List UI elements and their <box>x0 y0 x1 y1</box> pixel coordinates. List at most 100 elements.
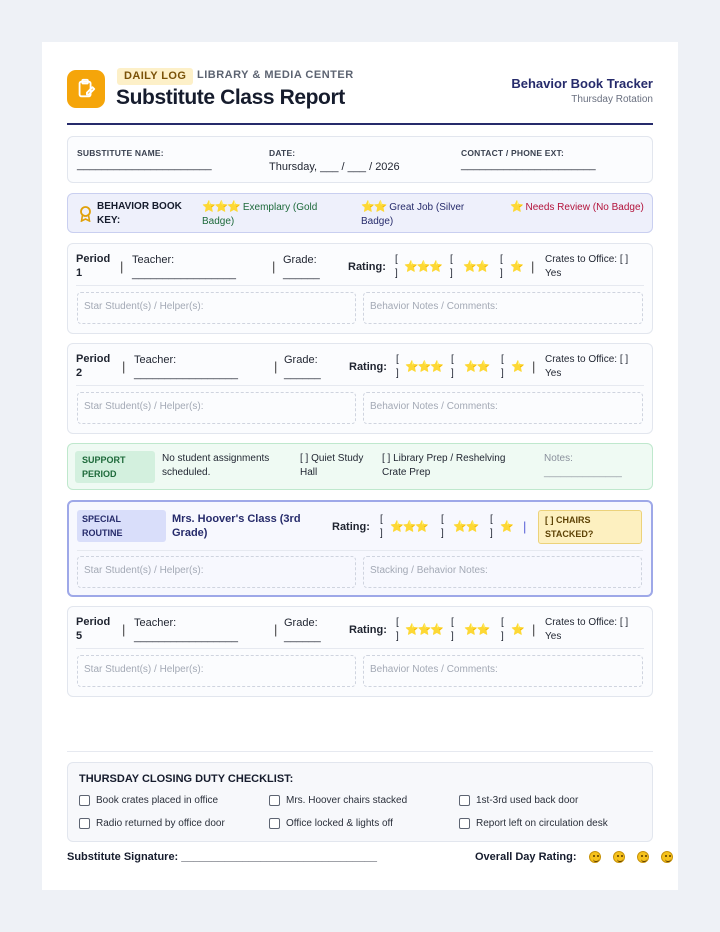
gold-rating-checkbox[interactable]: ⭐⭐⭐ <box>405 360 444 373</box>
behavior-notes-field[interactable]: Behavior Notes / Comments: <box>363 655 643 687</box>
rating-label: Rating: <box>332 521 370 533</box>
page-title: Substitute Class Report <box>116 86 345 109</box>
star-students-field[interactable]: Star Student(s) / Helper(s): <box>77 655 356 687</box>
key-silver: ⭐⭐ Great Job (Silver Badge) <box>361 200 496 229</box>
special-routine-tag: SPECIAL ROUTINE <box>77 510 166 542</box>
review-rating-checkbox[interactable]: ⭐ <box>511 360 525 373</box>
review-rating-checkbox[interactable]: ⭐ <box>510 260 524 273</box>
org-name: LIBRARY & MEDIA CENTER <box>197 69 354 81</box>
checkbox[interactable] <box>459 818 470 829</box>
separator: | <box>122 622 126 637</box>
key-gold: ⭐⭐⭐ Exemplary (Gold Badge) <box>202 200 342 229</box>
key-label: BEHAVIOR BOOK KEY: <box>97 201 182 226</box>
smiley-face-icon[interactable] <box>660 851 673 864</box>
key-review-text: Needs Review (No Badge) <box>525 202 644 213</box>
behavior-notes-field[interactable]: Behavior Notes / Comments: <box>363 292 643 324</box>
checkbox[interactable] <box>269 818 280 829</box>
checkbox[interactable] <box>79 795 90 806</box>
report-header: DAILY LOG LIBRARY & MEDIA CENTER Substit… <box>67 68 653 124</box>
checkbox[interactable] <box>459 795 470 806</box>
bracket: [ <box>441 514 444 525</box>
bracket: [ <box>500 254 503 265</box>
checklist-item[interactable]: Book crates placed in office <box>79 795 218 806</box>
substitute-name-field[interactable]: ______________________ <box>77 159 212 171</box>
bracket: [ <box>501 617 504 628</box>
grade-field[interactable]: Grade: ______ <box>284 353 336 381</box>
smiley-face-icon[interactable] <box>636 851 649 864</box>
separator: | <box>532 622 536 637</box>
support-period-card: SUPPORT PERIOD No student assignments sc… <box>67 443 653 490</box>
checkbox[interactable] <box>79 818 90 829</box>
signature-field[interactable]: Substitute Signature: __________________… <box>67 851 377 863</box>
bracket: [ <box>451 617 454 628</box>
star-icon: ⭐ <box>510 201 524 213</box>
bracket: [ <box>451 354 454 365</box>
checklist-item[interactable]: 1st-3rd used back door <box>459 795 578 806</box>
grade-field[interactable]: Grade: ______ <box>283 253 335 281</box>
crates-checkbox[interactable]: Crates to Office: [ ] Yes <box>545 353 643 381</box>
review-rating-checkbox[interactable]: ⭐ <box>500 520 514 533</box>
bracket: ] <box>500 268 503 279</box>
overall-rating-label: Overall Day Rating: <box>475 851 577 863</box>
checkbox[interactable] <box>269 795 280 806</box>
behavior-notes-field[interactable]: Behavior Notes / Comments: <box>363 392 643 424</box>
review-rating-checkbox[interactable]: ⭐ <box>511 623 525 636</box>
date-field[interactable]: Thursday, ___ / ___ / 2026 <box>269 161 400 173</box>
checklist-item[interactable]: Radio returned by office door <box>79 818 225 829</box>
bracket: [ <box>396 617 399 628</box>
library-prep-checkbox[interactable]: [ ] Library Prep / Reshelving Crate Prep <box>382 452 522 480</box>
special-routine-card: SPECIAL ROUTINE Mrs. Hoover's Class (3rd… <box>67 500 653 597</box>
badge-icon <box>80 206 91 222</box>
contact-field[interactable]: ______________________ <box>461 159 596 171</box>
daily-log-badge: DAILY LOG <box>117 68 194 85</box>
checklist-item[interactable]: Office locked & lights off <box>269 818 393 829</box>
rating-label: Rating: <box>348 261 386 273</box>
teacher-field[interactable]: Teacher: _________________ <box>134 616 238 644</box>
smiley-face-icon[interactable] <box>612 851 625 864</box>
smiley-face-icon[interactable] <box>588 851 601 864</box>
quiet-study-checkbox[interactable]: [ ] Quiet Study Hall <box>300 452 372 480</box>
period-1-card: Period 1 | Teacher: _________________ | … <box>67 243 653 334</box>
crates-checkbox[interactable]: Crates to Office: [ ] Yes <box>545 253 643 281</box>
star-students-field[interactable]: Star Student(s) / Helper(s): <box>77 292 356 324</box>
bracket: [ <box>450 254 453 265</box>
chairs-stacked-checkbox[interactable]: [ ] CHAIRS STACKED? <box>538 510 642 544</box>
bracket: [ <box>501 354 504 365</box>
teacher-field[interactable]: Teacher: _________________ <box>132 253 236 281</box>
bracket: ] <box>450 268 453 279</box>
special-class-name: Mrs. Hoover's Class (3rd Grade) <box>172 513 301 539</box>
clipboard-pencil-icon <box>67 70 105 108</box>
gold-rating-checkbox[interactable]: ⭐⭐⭐ <box>390 520 429 533</box>
row-divider <box>76 285 644 286</box>
checklist-item-label: Book crates placed in office <box>96 795 219 806</box>
period-name: Period 1 <box>76 253 111 279</box>
checklist-item[interactable]: Mrs. Hoover chairs stacked <box>269 795 407 806</box>
checklist-item[interactable]: Report left on circulation desk <box>459 818 608 829</box>
silver-rating-checkbox[interactable]: ⭐⭐ <box>463 260 489 273</box>
crates-checkbox[interactable]: Crates to Office: [ ] Yes <box>545 616 643 644</box>
teacher-field[interactable]: Teacher: _________________ <box>134 353 238 381</box>
silver-rating-checkbox[interactable]: ⭐⭐ <box>464 623 490 636</box>
star-students-field[interactable]: Star Student(s) / Helper(s): <box>77 392 356 424</box>
behavior-key-card: BEHAVIOR BOOK KEY: ⭐⭐⭐ Exemplary (Gold B… <box>67 193 653 233</box>
gold-rating-checkbox[interactable]: ⭐⭐⭐ <box>405 623 444 636</box>
grade-field[interactable]: Grade: ______ <box>284 616 336 644</box>
star-students-field[interactable]: Star Student(s) / Helper(s): <box>77 556 356 588</box>
bracket: [ <box>395 254 398 265</box>
section-divider <box>67 751 653 752</box>
stacking-notes-field[interactable]: Stacking / Behavior Notes: <box>363 556 642 588</box>
separator: | <box>523 519 527 534</box>
bracket: ] <box>380 528 383 539</box>
header-divider <box>67 123 653 125</box>
bracket: ] <box>396 631 399 642</box>
silver-rating-checkbox[interactable]: ⭐⭐ <box>453 520 479 533</box>
gold-rating-checkbox[interactable]: ⭐⭐⭐ <box>404 260 443 273</box>
support-notes-field[interactable]: Notes: ______________ <box>544 452 636 480</box>
bracket: ] <box>441 528 444 539</box>
overall-rating: Overall Day Rating: <box>475 851 673 864</box>
silver-rating-checkbox[interactable]: ⭐⭐ <box>464 360 490 373</box>
star-icon: ⭐⭐⭐ <box>202 201 241 213</box>
star-icon: ⭐⭐ <box>361 201 387 213</box>
bracket: ] <box>501 631 504 642</box>
bracket: [ <box>396 354 399 365</box>
